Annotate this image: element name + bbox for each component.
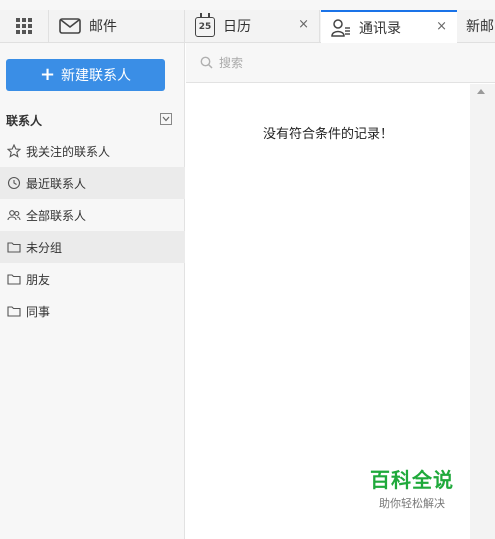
sidebar-item-label: 朋友 bbox=[26, 272, 51, 287]
folder-icon bbox=[7, 240, 21, 254]
tab-calendar-close-icon[interactable]: × bbox=[298, 17, 309, 32]
sidebar-item-all[interactable]: 全部联系人 bbox=[0, 199, 185, 231]
tab-calendar-label: 日历 bbox=[223, 19, 251, 35]
sidebar-item-label: 最近联系人 bbox=[26, 176, 87, 191]
search-input[interactable]: 搜索 bbox=[186, 43, 495, 83]
scrollbar[interactable] bbox=[470, 84, 495, 539]
apps-grid-button[interactable] bbox=[0, 10, 49, 42]
sidebar-item-label: 全部联系人 bbox=[26, 208, 87, 223]
sidebar-item-label: 我关注的联系人 bbox=[26, 144, 111, 159]
top-tab-bar: 邮件 25 日历 × 通讯录 × 新邮 bbox=[0, 0, 495, 43]
tab-contacts-close-icon[interactable]: × bbox=[436, 19, 447, 34]
scroll-up-arrow-icon[interactable] bbox=[477, 89, 485, 94]
new-contact-label: 新建联系人 bbox=[61, 68, 132, 84]
calendar-icon-day: 25 bbox=[198, 22, 212, 32]
mail-icon bbox=[59, 18, 81, 34]
tab-mail[interactable]: 邮件 bbox=[49, 10, 185, 42]
chevron-down-icon bbox=[162, 116, 170, 122]
search-placeholder: 搜索 bbox=[219, 56, 244, 70]
sidebar: + 新建联系人 联系人 我关注的联系人 最近联系人 全部联系人 未分组 朋友 同… bbox=[0, 43, 185, 539]
watermark-logo: 百科全说 助你轻松解决 bbox=[356, 460, 468, 515]
new-contact-button[interactable]: + 新建联系人 bbox=[6, 59, 165, 91]
tab-new-mail-label: 新邮 bbox=[466, 19, 494, 35]
contact-groups-nav: 我关注的联系人 最近联系人 全部联系人 未分组 朋友 同事 bbox=[0, 135, 185, 327]
tab-new-mail[interactable]: 新邮 bbox=[458, 10, 495, 42]
sidebar-item-starred[interactable]: 我关注的联系人 bbox=[0, 135, 185, 167]
empty-state-message: 没有符合条件的记录！ bbox=[262, 127, 393, 142]
tab-contacts-label: 通讯录 bbox=[359, 20, 401, 37]
tab-contacts[interactable]: 通讯录 × bbox=[321, 10, 457, 43]
tab-calendar[interactable]: 25 日历 × bbox=[186, 10, 320, 42]
contacts-section-title: 联系人 bbox=[6, 113, 43, 128]
watermark-title: 百科全说 bbox=[370, 468, 454, 492]
people-icon bbox=[7, 208, 21, 222]
watermark-subtitle: 助你轻松解决 bbox=[379, 497, 445, 510]
sidebar-item-friends[interactable]: 朋友 bbox=[0, 263, 185, 295]
sidebar-item-ungrouped[interactable]: 未分组 bbox=[0, 231, 185, 263]
folder-icon bbox=[7, 272, 21, 286]
tab-mail-label: 邮件 bbox=[89, 19, 117, 35]
sidebar-item-colleagues[interactable]: 同事 bbox=[0, 295, 185, 327]
plus-icon: + bbox=[39, 64, 56, 85]
collapse-section-button[interactable] bbox=[160, 113, 172, 125]
sidebar-item-label: 未分组 bbox=[26, 240, 63, 255]
contacts-section-header: 联系人 bbox=[6, 111, 172, 129]
contacts-icon bbox=[331, 18, 350, 37]
window-strip bbox=[0, 0, 495, 10]
sidebar-item-label: 同事 bbox=[26, 304, 51, 319]
folder-icon bbox=[7, 304, 21, 318]
apps-grid-icon bbox=[16, 18, 32, 34]
search-icon bbox=[200, 56, 213, 69]
sidebar-item-recent[interactable]: 最近联系人 bbox=[0, 167, 185, 199]
clock-icon bbox=[7, 176, 21, 190]
star-icon bbox=[7, 144, 21, 158]
calendar-icon: 25 bbox=[195, 13, 215, 37]
